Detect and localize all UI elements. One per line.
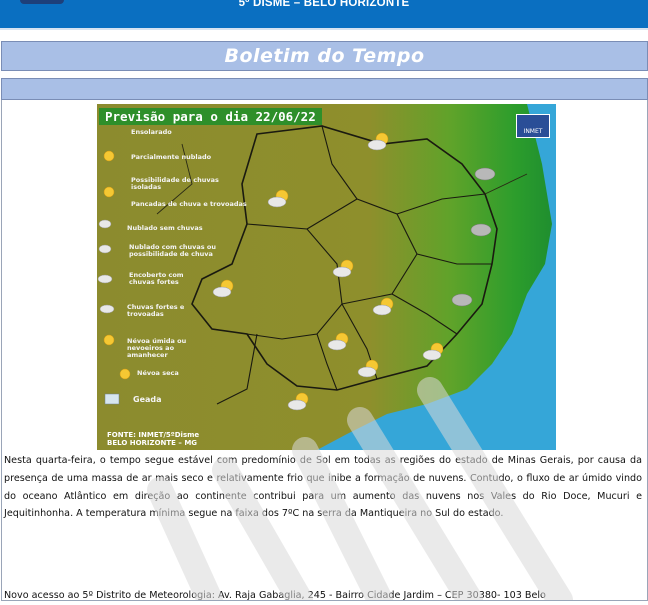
legend-item: Nublado sem chuvas xyxy=(127,224,203,232)
forecast-paragraph: Nesta quarta-feira, o tempo segue estáve… xyxy=(4,455,642,520)
legend-item: Pancadas de chuva e trovoadas xyxy=(131,200,247,208)
legend-item: Nublado com chuvas ou possibilidade de c… xyxy=(129,243,217,258)
section-divider-bar xyxy=(1,78,648,100)
header-title: 5º DISME – BELO HORIZONTE xyxy=(238,0,410,9)
map-source: FONTE: INMET/5ºDisme BELO HORIZONTE – MG xyxy=(107,431,199,447)
legend-item: Geada xyxy=(133,395,162,404)
map-source-line: BELO HORIZONTE – MG xyxy=(107,439,198,447)
bulletin: Boletim do Tempo Previsão para o dia 22/… xyxy=(0,38,648,601)
legend-item: Névoa úmida ou nevoeiros ao amanhecer xyxy=(127,337,187,359)
map-source-line: FONTE: INMET/5ºDisme xyxy=(107,431,200,439)
legend-item: Chuvas fortes e trovoadas xyxy=(127,303,185,318)
forecast-map: Previsão para o dia 22/06/22 INMET Ensol… xyxy=(97,104,556,450)
section-title-bar: Boletim do Tempo xyxy=(1,41,648,71)
inmet-badge: INMET xyxy=(516,114,550,138)
address-paragraph: Novo acesso ao 5º Distrito de Meteorolog… xyxy=(4,590,546,601)
legend-item: Parcialmente nublado xyxy=(131,153,212,161)
section-title: Boletim do Tempo xyxy=(224,45,425,67)
legend-item: Névoa seca xyxy=(137,369,179,377)
map-title: Previsão para o dia 22/06/22 xyxy=(99,108,322,125)
legend-item: Ensolarado xyxy=(131,128,172,136)
legend-item: Encoberto com chuvas fortes xyxy=(129,271,184,286)
legend-item: Possibilidade de chuvas isoladas xyxy=(131,176,219,191)
header-bar: 5º DISME – BELO HORIZONTE xyxy=(0,0,648,30)
